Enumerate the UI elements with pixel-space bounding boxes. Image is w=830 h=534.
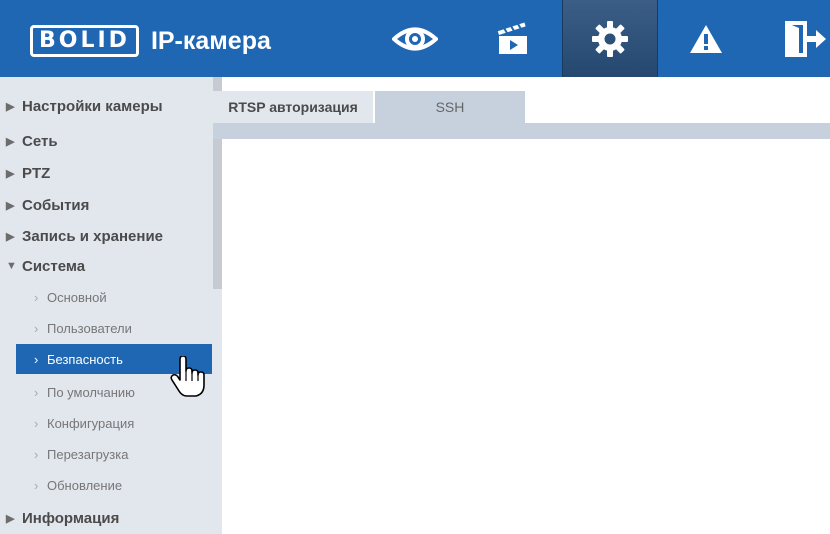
chevron-right-icon: ›: [34, 320, 39, 336]
chevron-right-icon: ›: [34, 289, 39, 305]
sidebar-subitem-upgrade[interactable]: › Обновление: [16, 470, 212, 500]
caret-right-icon: ▶: [6, 512, 15, 525]
sidebar-item-network[interactable]: ▶ Сеть: [6, 126, 58, 156]
chevron-right-icon: ›: [34, 477, 39, 493]
logo: BOLID IP-камера: [30, 25, 271, 57]
playback-button[interactable]: [480, 0, 546, 77]
caret-right-icon: ▶: [6, 167, 15, 180]
settings-button[interactable]: [562, 0, 658, 77]
gear-icon: [592, 20, 628, 57]
chevron-right-icon: ›: [34, 415, 39, 431]
brand-logo: BOLID: [30, 25, 139, 57]
chevron-right-icon: ›: [34, 351, 39, 367]
sidebar-item-ptz[interactable]: ▶ PTZ: [6, 158, 50, 188]
sidebar-subitem-reboot[interactable]: › Перезагрузка: [16, 439, 212, 469]
chevron-right-icon: ›: [34, 384, 39, 400]
sidebar-item-camera-settings[interactable]: ▶ Настройки камеры: [6, 91, 163, 121]
sidebar-subitem-general[interactable]: › Основной: [16, 282, 212, 312]
hand-cursor-icon: [170, 356, 205, 397]
sidebar-item-storage[interactable]: ▶ Запись и хранение: [6, 221, 163, 251]
tab-ssh[interactable]: SSH: [375, 91, 525, 123]
chevron-right-icon: ›: [34, 446, 39, 462]
sidebar-item-system[interactable]: ▼ Система: [6, 251, 85, 281]
sidebar-subitem-configuration[interactable]: › Конфигурация: [16, 408, 212, 438]
eye-icon: [392, 27, 438, 50]
sidebar-item-events[interactable]: ▶ События: [6, 190, 89, 220]
live-view-button[interactable]: [385, 0, 445, 77]
warning-icon: [690, 24, 722, 53]
caret-right-icon: ▶: [6, 135, 15, 148]
caret-right-icon: ▶: [6, 199, 15, 212]
app-title: IP-камера: [150, 27, 271, 55]
logout-button[interactable]: [780, 0, 830, 77]
caret-right-icon: ▶: [6, 100, 15, 113]
caret-right-icon: ▶: [6, 230, 15, 243]
tab-underline-bar: [213, 123, 830, 139]
content-panel: [222, 139, 830, 534]
top-header: BOLID IP-камера: [0, 0, 830, 77]
caret-down-icon: ▼: [6, 260, 17, 272]
logout-icon: [785, 20, 826, 57]
sidebar-item-info[interactable]: ▶ Информация: [6, 503, 119, 533]
sidebar-subitem-users[interactable]: › Пользователи: [16, 313, 212, 343]
alarm-button[interactable]: [678, 0, 734, 77]
clapperboard-icon: [497, 22, 527, 54]
tab-rtsp-auth[interactable]: RTSP авторизация: [213, 91, 373, 123]
